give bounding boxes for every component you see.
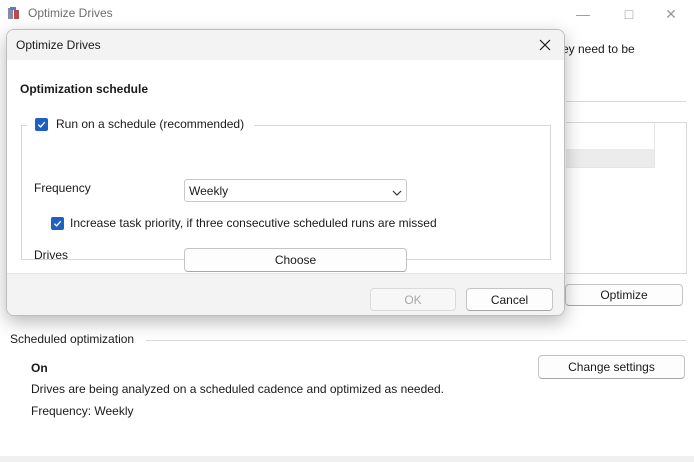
optimize-schedule-dialog: Optimize Drives Optimization schedule Ru… bbox=[6, 29, 565, 316]
chevron-down-icon bbox=[392, 186, 402, 200]
dialog-footer: OK Cancel bbox=[7, 273, 564, 315]
increase-priority-row[interactable]: Increase task priority, if three consecu… bbox=[51, 216, 437, 230]
close-icon bbox=[539, 39, 551, 51]
window-bottom-edge bbox=[0, 456, 694, 462]
minimize-button[interactable]: — bbox=[560, 0, 606, 28]
optimization-schedule-heading: Optimization schedule bbox=[20, 82, 149, 96]
divider bbox=[566, 101, 686, 102]
increase-priority-label: Increase task priority, if three consecu… bbox=[70, 216, 437, 230]
main-close-button[interactable]: ✕ bbox=[648, 0, 694, 28]
change-settings-button[interactable]: Change settings bbox=[538, 355, 685, 379]
cancel-button[interactable]: Cancel bbox=[466, 288, 553, 311]
schedule-description: Drives are being analyzed on a scheduled… bbox=[31, 382, 444, 396]
dialog-body: Optimization schedule Run on a schedule … bbox=[7, 60, 564, 273]
checkmark-icon bbox=[53, 220, 62, 227]
frequency-selected-value: Weekly bbox=[189, 184, 229, 198]
optimize-button[interactable]: Optimize bbox=[565, 284, 683, 306]
dialog-titlebar[interactable]: Optimize Drives bbox=[7, 30, 564, 60]
checkmark-icon bbox=[37, 121, 46, 128]
defrag-app-icon bbox=[7, 6, 21, 20]
frequency-dropdown[interactable]: Weekly bbox=[184, 179, 407, 202]
increase-priority-checkbox[interactable] bbox=[51, 216, 64, 230]
run-on-schedule-checkbox[interactable] bbox=[35, 117, 48, 131]
scheduled-optimization-title: Scheduled optimization bbox=[10, 332, 135, 346]
run-on-schedule-label: Run on a schedule (recommended) bbox=[56, 117, 245, 131]
ok-button[interactable]: OK bbox=[370, 288, 456, 311]
drives-label: Drives bbox=[34, 248, 69, 262]
drive-list-selected-row[interactable] bbox=[566, 149, 654, 167]
main-window-title: Optimize Drives bbox=[28, 6, 113, 20]
main-titlebar[interactable]: Optimize Drives — □ ✕ bbox=[0, 0, 694, 28]
frequency-label: Frequency bbox=[34, 181, 91, 195]
maximize-button[interactable]: □ bbox=[606, 0, 652, 28]
status-description-fragment: ey need to be bbox=[562, 42, 635, 56]
run-on-schedule-row[interactable]: Run on a schedule (recommended) bbox=[27, 115, 255, 133]
schedule-frequency: Frequency: Weekly bbox=[31, 404, 134, 418]
section-divider bbox=[146, 340, 686, 341]
drive-list[interactable] bbox=[566, 122, 687, 274]
dialog-close-button[interactable] bbox=[530, 32, 560, 58]
schedule-status: On bbox=[31, 361, 48, 375]
dialog-title: Optimize Drives bbox=[16, 38, 101, 52]
choose-drives-button[interactable]: Choose bbox=[184, 248, 407, 272]
